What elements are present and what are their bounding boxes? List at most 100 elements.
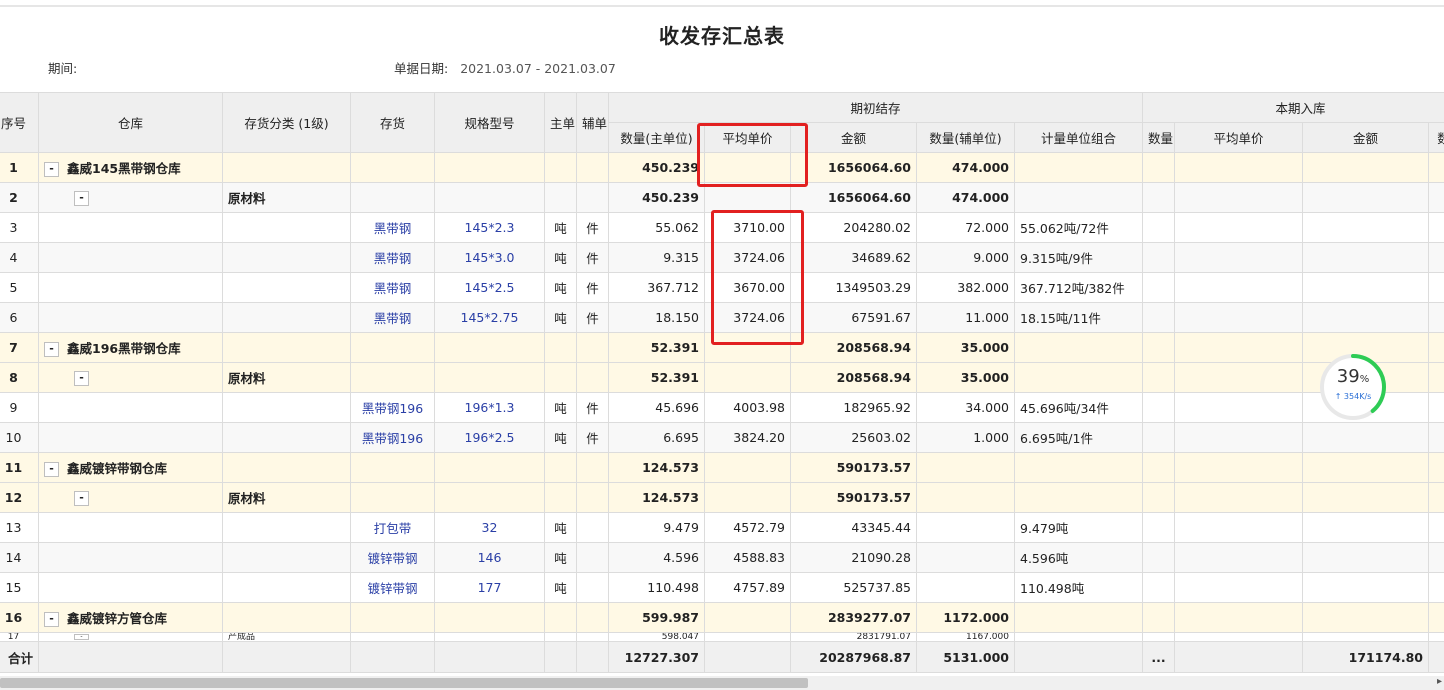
table-row[interactable]: 11- 鑫威镀锌带钢仓库 124.573 590173.57 <box>0 452 1444 483</box>
table-row[interactable]: 14 镀锌带钢 146 吨 4.596 4588.83 21090.28 4.596吨 <box>0 542 1444 573</box>
table-row[interactable]: 10 黑带钢196 196*2.5 吨件 6.695 3824.20 25603.02 1.0… <box>0 422 1444 453</box>
col-amount[interactable]: 金额 <box>790 122 917 153</box>
cell-warehouse: - <box>38 632 223 642</box>
cell-item[interactable]: 黑带钢 <box>350 302 435 333</box>
cell-spec[interactable]: 177 <box>434 572 545 603</box>
cell-warehouse <box>38 392 223 423</box>
table-row[interactable]: 15 镀锌带钢 177 吨 110.498 4757.89 525737.85 110.498… <box>0 572 1444 603</box>
col-qty-main[interactable]: 数量(主单位) <box>608 122 705 153</box>
table-row[interactable]: 2 - 原材料 450.239 1656064.60 474.000 <box>0 182 1444 213</box>
col-in-more[interactable]: 数 <box>1427 122 1444 153</box>
col-in-amount[interactable]: 金额 <box>1302 122 1429 153</box>
cell-qty-aux: 35.000 <box>916 362 1015 393</box>
cell-spec[interactable]: 145*2.5 <box>434 272 545 303</box>
cell-item[interactable]: 黑带钢 <box>350 272 435 303</box>
cell-item[interactable]: 镀锌带钢 <box>350 542 435 573</box>
col-seq[interactable]: 序号 <box>0 92 39 153</box>
cell-qty: 124.573 <box>608 482 705 513</box>
cell-in-amount <box>1302 572 1429 603</box>
col-main-unit[interactable]: 主单 <box>544 92 577 153</box>
cell-item[interactable]: 黑带钢196 <box>350 422 435 453</box>
cell-seq: 9 <box>0 392 39 423</box>
collapse-toggle-icon[interactable]: - <box>74 190 89 206</box>
cell-category <box>222 212 351 243</box>
table-row[interactable]: 9 黑带钢196 196*1.3 吨件 45.696 4003.98 182965.92 34… <box>0 392 1444 423</box>
total-qty-aux: 5131.000 <box>916 641 1015 673</box>
cell-spec[interactable]: 145*2.75 <box>434 302 545 333</box>
collapse-toggle-icon[interactable]: - <box>44 462 59 477</box>
collapse-toggle-icon[interactable]: - <box>74 490 89 506</box>
group-opening-balance: 期初结存 <box>608 92 1143 123</box>
cell-unit-combo <box>1014 152 1143 183</box>
cell-item[interactable]: 镀锌带钢 <box>350 572 435 603</box>
cell-avg-price: 4003.98 <box>704 392 791 423</box>
cell-warehouse: - 鑫威镀锌方管仓库 <box>38 602 223 633</box>
cell-unit-combo: 55.062吨/72件 <box>1014 212 1143 243</box>
collapse-toggle-icon[interactable]: - <box>74 370 89 386</box>
collapse-toggle-icon[interactable]: - <box>44 342 59 357</box>
col-spec[interactable]: 规格型号 <box>434 92 545 153</box>
cell-aux-unit <box>576 362 609 393</box>
date-filter: 单据日期: 2021.03.07 - 2021.03.07 <box>394 58 616 77</box>
cell-in-avg-price <box>1174 512 1303 543</box>
cell-warehouse <box>38 512 223 543</box>
col-aux-unit[interactable]: 辅单 <box>576 92 609 153</box>
group-period-inbound: 本期入库 <box>1141 92 1444 123</box>
cell-spec[interactable]: 145*2.3 <box>434 212 545 243</box>
cell-seq: 15 <box>0 572 39 603</box>
cell-spec[interactable]: 196*1.3 <box>434 392 545 423</box>
warehouse-name: 鑫威145黑带钢仓库 <box>67 161 181 176</box>
cell-spec[interactable]: 146 <box>434 542 545 573</box>
cell-spec[interactable]: 196*2.5 <box>434 422 545 453</box>
table-row-partial[interactable]: 17 - 产成品 598.047 2831791.07 1167.000 <box>0 632 1444 642</box>
speed-rate: ↑ 354K/s <box>1334 392 1372 401</box>
cell-amount: 43345.44 <box>790 512 917 543</box>
cell-in-amount <box>1302 302 1429 333</box>
col-category[interactable]: 存货分类 (1级) <box>222 92 351 153</box>
cell-in-more <box>1427 152 1444 183</box>
cell-avg-price <box>704 482 791 513</box>
cell-item[interactable]: 黑带钢196 <box>350 392 435 423</box>
cell-in-more <box>1427 542 1444 573</box>
col-item[interactable]: 存货 <box>350 92 435 153</box>
cell-qty-aux <box>916 542 1015 573</box>
col-in-qty[interactable]: 数量 <box>1142 122 1175 153</box>
cell-in-avg-price <box>1174 302 1303 333</box>
table-row[interactable]: 13 打包带 32 吨 9.479 4572.79 43345.44 9.479吨 <box>0 512 1444 543</box>
cell-item[interactable]: 打包带 <box>350 512 435 543</box>
col-in-avg-price[interactable]: 平均单价 <box>1174 122 1303 153</box>
collapse-toggle-icon[interactable]: - <box>44 162 59 177</box>
cell-item[interactable]: 黑带钢 <box>350 212 435 243</box>
cell-in-more <box>1427 362 1444 393</box>
cell-aux-unit <box>576 182 609 213</box>
cell-spec[interactable]: 145*3.0 <box>434 242 545 273</box>
scrollbar-thumb[interactable] <box>0 678 808 688</box>
collapse-toggle-icon[interactable]: - <box>74 633 89 640</box>
cell-item <box>350 182 435 213</box>
cell-category <box>222 572 351 603</box>
top-divider <box>0 5 1444 7</box>
cell-in-avg-price <box>1174 182 1303 213</box>
cell-unit-combo <box>1014 602 1143 633</box>
cell-warehouse <box>38 272 223 303</box>
cell-qty-aux <box>916 482 1015 513</box>
table-row[interactable]: 12 - 原材料 124.573 590173.57 <box>0 482 1444 513</box>
table-row[interactable]: 8 - 原材料 52.391 208568.94 35.000 <box>0 362 1444 393</box>
scroll-right-icon[interactable]: ▸ <box>1437 676 1442 687</box>
collapse-toggle-icon[interactable]: - <box>44 612 59 627</box>
cell-in-amount <box>1302 422 1429 453</box>
cell-avg-price: 4572.79 <box>704 512 791 543</box>
cell-item[interactable]: 黑带钢 <box>350 242 435 273</box>
table-row[interactable]: 16- 鑫威镀锌方管仓库 599.987 2839277.07 1172.000 <box>0 602 1444 633</box>
cell-qty: 52.391 <box>608 332 705 363</box>
cell-main-unit <box>544 332 577 363</box>
cell-spec[interactable]: 32 <box>434 512 545 543</box>
cell-category <box>222 602 351 633</box>
cell-amount: 34689.62 <box>790 242 917 273</box>
col-unit-combo[interactable]: 计量单位组合 <box>1014 122 1143 153</box>
col-warehouse[interactable]: 仓库 <box>38 92 223 153</box>
network-speed-widget[interactable]: 39% ↑ 354K/s <box>1318 352 1388 422</box>
cell-seq: 7 <box>0 332 39 363</box>
cell-warehouse <box>38 572 223 603</box>
col-qty-aux[interactable]: 数量(辅单位) <box>916 122 1015 153</box>
